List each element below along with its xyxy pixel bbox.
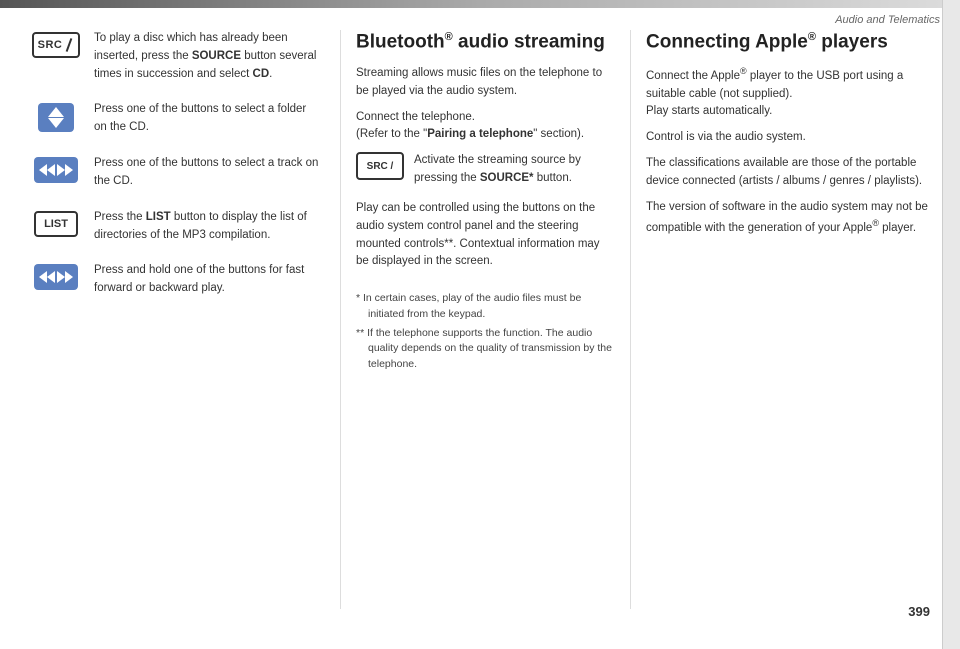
updown-icon-box	[30, 101, 82, 132]
pairing-link: Pairing a telephone	[427, 128, 533, 140]
triangle-left-1	[39, 164, 47, 176]
icon-row-ff-hold: Press and hold one of the buttons for fa…	[30, 262, 320, 298]
ff-icon-box-track	[30, 155, 82, 183]
triangle-left-3	[39, 271, 47, 283]
main-content: SRC To play a disc which has already bee…	[30, 30, 935, 609]
apple-sup-2: ®	[872, 218, 879, 228]
rewind-side	[39, 164, 55, 176]
src-icon-box: SRC	[30, 30, 82, 58]
middle-column: Bluetooth® audio streaming Streaming all…	[340, 30, 630, 609]
list-button-icon: LIST	[34, 211, 78, 237]
list-bold: LIST	[146, 211, 171, 223]
apple-classifications-text: The classifications available are those …	[646, 155, 935, 191]
rewind-side-2	[39, 271, 55, 283]
apple-sup-1: ®	[740, 66, 747, 76]
apple-control-text: Control is via the audio system.	[646, 129, 935, 147]
icon-row-list: LIST Press the LIST button to display th…	[30, 209, 320, 245]
icon-row-src: SRC To play a disc which has already bee…	[30, 30, 320, 83]
triangle-right-1	[57, 164, 65, 176]
ff-track-row-text: Press one of the buttons to select a tra…	[94, 155, 320, 191]
right-column: Connecting Apple® players Connect the Ap…	[630, 30, 935, 609]
right-edge-decoration	[942, 0, 960, 649]
list-label: LIST	[44, 218, 68, 230]
source-bold: SOURCE	[192, 50, 241, 62]
play-control-text: Play can be controlled using the buttons…	[356, 200, 615, 271]
page-section-label: Audio and Telematics	[835, 14, 940, 26]
list-icon-box: LIST	[30, 209, 82, 237]
footnote-1: * In certain cases, play of the audio fi…	[356, 291, 615, 323]
triangle-right-4	[65, 271, 73, 283]
list-row-text: Press the LIST button to display the lis…	[94, 209, 320, 245]
src-slash	[64, 38, 74, 52]
updown-arrows-icon	[38, 103, 74, 132]
src-activation-text: Activate the streaming source by pressin…	[414, 152, 615, 188]
header-bar	[0, 0, 960, 8]
apple-superscript-title: ®	[808, 31, 816, 43]
bluetooth-superscript: ®	[445, 31, 453, 43]
src-label: SRC	[38, 39, 63, 51]
arrow-down-icon	[48, 118, 64, 128]
apple-connect-text: Connect the Apple® player to the USB por…	[646, 65, 935, 121]
src-row-text: To play a disc which has already been in…	[94, 30, 320, 83]
connect-telephone-text: Connect the telephone. (Refer to the "Pa…	[356, 109, 615, 145]
src-activation-row: SRC / Activate the streaming source by p…	[356, 152, 615, 188]
bluetooth-section-title: Bluetooth® audio streaming	[356, 30, 615, 55]
src-mid-label: SRC /	[367, 161, 394, 172]
footnotes-section: * In certain cases, play of the audio fi…	[356, 291, 615, 373]
triangle-right-2	[65, 164, 73, 176]
apple-software-text: The version of software in the audio sys…	[646, 199, 935, 237]
left-column: SRC To play a disc which has already bee…	[30, 30, 340, 609]
apple-section-title: Connecting Apple® players	[646, 30, 935, 55]
triangle-right-3	[57, 271, 65, 283]
ff-rewind-icon-hold	[34, 264, 78, 290]
ff-side-2	[57, 271, 73, 283]
cd-bold: CD	[253, 68, 270, 80]
icon-row-updown: Press one of the buttons to select a fol…	[30, 101, 320, 137]
ff-side	[57, 164, 73, 176]
icon-row-ff-track: Press one of the buttons to select a tra…	[30, 155, 320, 191]
src-button-icon: SRC	[32, 32, 80, 58]
triangle-left-2	[47, 164, 55, 176]
src-mid-button-icon: SRC /	[356, 152, 404, 180]
updown-row-text: Press one of the buttons to select a fol…	[94, 101, 320, 137]
footnote-2: ** If the telephone supports the functio…	[356, 326, 615, 373]
source-asterisk-bold: SOURCE*	[480, 172, 534, 184]
ff-icon-box-hold	[30, 262, 82, 290]
ff-hold-row-text: Press and hold one of the buttons for fa…	[94, 262, 320, 298]
arrow-up-icon	[48, 107, 64, 117]
bluetooth-intro: Streaming allows music files on the tele…	[356, 65, 615, 101]
ff-rewind-icon-track	[34, 157, 78, 183]
triangle-left-4	[47, 271, 55, 283]
